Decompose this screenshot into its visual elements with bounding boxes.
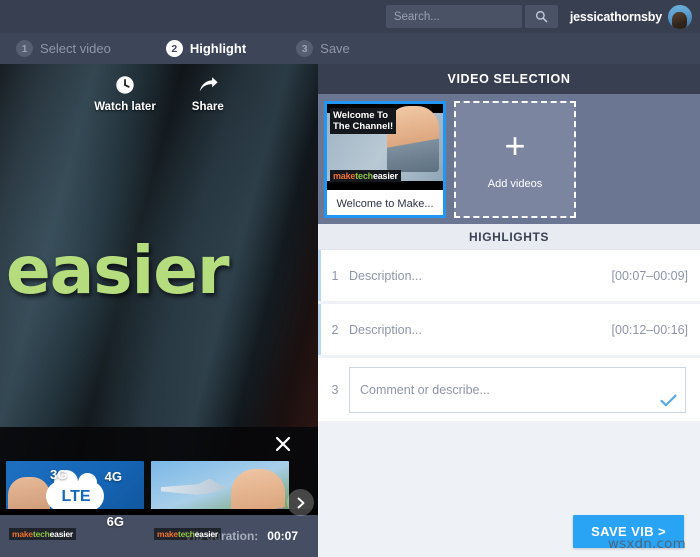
- highlight-row[interactable]: 1 Description... [00:07–00:09]: [318, 250, 700, 301]
- video-thumbnail-image: Welcome To The Channel! maketecheasier: [327, 104, 443, 190]
- step-progress-bar: 1 Select video 2 Highlight 3 Save: [0, 33, 700, 64]
- highlight-number: 2: [321, 323, 349, 337]
- brand-easier: easier: [195, 529, 218, 539]
- username-label: jessicathornsby: [570, 10, 662, 24]
- comment-input-wrapper: [349, 367, 686, 413]
- add-videos-label: Add videos: [488, 178, 542, 190]
- highlights-list: 1 Description... [00:07–00:09] 2 Descrip…: [318, 250, 700, 421]
- video-thumbnail-caption: Welcome to Make...: [327, 190, 443, 218]
- step-select-video[interactable]: 1 Select video: [16, 40, 111, 57]
- step-label: Select video: [40, 41, 111, 56]
- highlight-number: 1: [321, 269, 349, 283]
- close-icon[interactable]: [274, 435, 292, 453]
- check-icon[interactable]: [660, 394, 677, 407]
- avatar[interactable]: [668, 5, 692, 29]
- brand-make: make: [157, 529, 178, 539]
- video-player[interactable]: Watch later Share easier: [0, 64, 318, 557]
- search-area: [386, 5, 558, 28]
- search-button[interactable]: [525, 5, 558, 28]
- brand-tech: tech: [355, 171, 373, 181]
- share-label: Share: [192, 101, 224, 113]
- brand-easier: easier: [50, 529, 73, 539]
- app-root: jessicathornsby 1 Select video 2 Highlig…: [0, 0, 700, 557]
- video-selection-title: VIDEO SELECTION: [318, 64, 700, 94]
- step-label: Highlight: [190, 41, 246, 56]
- step-number: 3: [296, 40, 313, 57]
- step-number: 2: [166, 40, 183, 57]
- highlight-number: 3: [321, 383, 349, 397]
- highlight-timestamp: [00:12–00:16]: [612, 323, 700, 337]
- site-watermark: wsxdn.com: [608, 536, 686, 552]
- add-videos-button[interactable]: + Add videos: [454, 101, 576, 218]
- top-bar: jessicathornsby: [0, 0, 700, 33]
- brand-logo: maketecheasier: [9, 528, 76, 540]
- airplane-shape: [161, 477, 227, 501]
- brand-tech: tech: [178, 529, 195, 539]
- highlight-description[interactable]: Description...: [349, 323, 612, 337]
- plus-icon: +: [504, 128, 525, 164]
- step-label: Save: [320, 41, 350, 56]
- highlight-row[interactable]: 2 Description... [00:12–00:16]: [318, 304, 700, 355]
- highlight-timestamp: [00:07–00:09]: [612, 269, 700, 283]
- next-suggestions-button[interactable]: [287, 489, 314, 516]
- tag-6g: 6G: [107, 514, 124, 529]
- tag-4g: 4G: [105, 469, 122, 484]
- brand-tech: tech: [33, 529, 50, 539]
- thumbnail-overlay-line2: The Channel!: [333, 121, 393, 132]
- clock-icon: [114, 74, 136, 96]
- save-bar: SAVE VIB > wsxdn.com: [318, 505, 700, 557]
- video-selection-body: Welcome To The Channel! maketecheasier W…: [318, 94, 700, 224]
- highlight-input-row: 3: [318, 358, 700, 421]
- user-menu[interactable]: jessicathornsby: [570, 5, 692, 29]
- brand-logo: maketecheasier: [154, 528, 221, 540]
- step-number: 1: [16, 40, 33, 57]
- brand-easier: easier: [373, 171, 398, 181]
- brand-make: make: [333, 171, 355, 181]
- vib-duration-value: 00:07: [267, 529, 298, 543]
- thumbnail-overlay-line1: Welcome To: [333, 110, 393, 121]
- brand-logo: maketecheasier: [330, 170, 401, 182]
- tag-3g: 3G: [50, 467, 67, 482]
- cloud-label: LTE: [54, 488, 98, 506]
- search-icon: [535, 10, 548, 23]
- watch-later-action[interactable]: Watch later: [94, 74, 156, 113]
- right-panel: VIDEO SELECTION Welcome To The Channel! …: [318, 64, 700, 557]
- watch-later-label: Watch later: [94, 101, 156, 113]
- chevron-right-icon: [295, 497, 307, 509]
- search-input[interactable]: [386, 5, 522, 28]
- brand-make: make: [12, 529, 33, 539]
- step-highlight[interactable]: 2 Highlight: [166, 40, 246, 57]
- highlight-description[interactable]: Description...: [349, 269, 612, 283]
- video-thumbnail-card[interactable]: Welcome To The Channel! maketecheasier W…: [324, 101, 446, 218]
- step-save[interactable]: 3 Save: [296, 40, 350, 57]
- highlights-title: HIGHLIGHTS: [318, 224, 700, 250]
- player-overlay-actions: Watch later Share: [0, 74, 318, 113]
- comment-input[interactable]: [350, 368, 685, 412]
- video-caption-word: easier: [6, 232, 229, 309]
- thumbnail-overlay-text: Welcome To The Channel!: [330, 108, 396, 134]
- share-action[interactable]: Share: [192, 74, 224, 113]
- share-arrow-icon: [197, 74, 219, 96]
